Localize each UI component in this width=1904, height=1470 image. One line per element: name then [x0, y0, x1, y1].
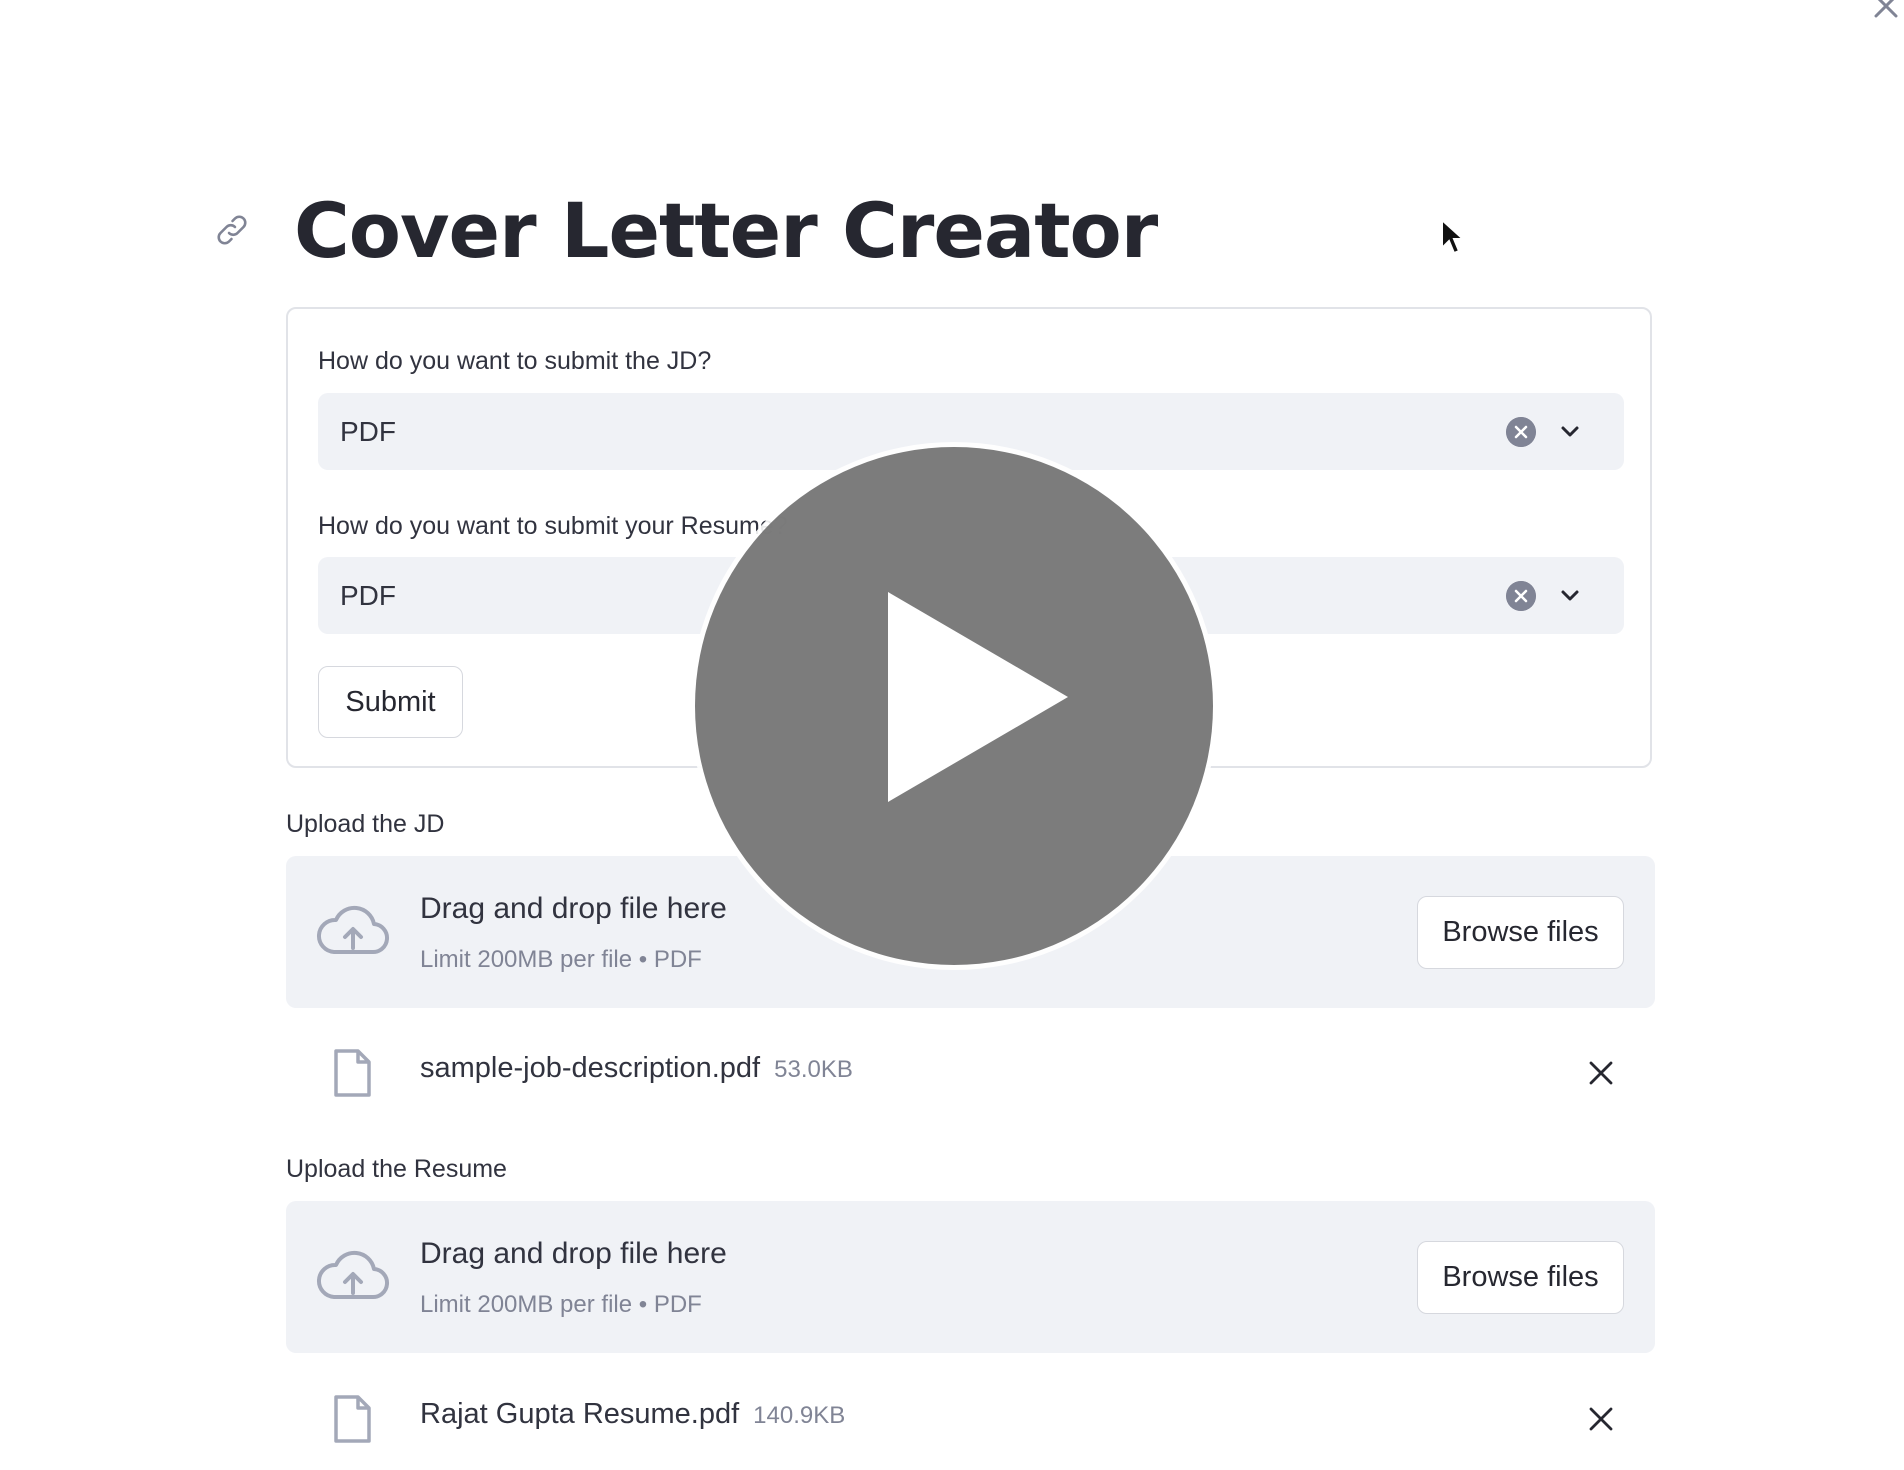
- chevron-down-icon[interactable]: [1555, 581, 1585, 611]
- drop-title: Drag and drop file here: [420, 1237, 727, 1270]
- upload-jd-label: Upload the JD: [286, 810, 445, 838]
- page-title: Cover Letter Creator: [294, 185, 1158, 275]
- upload-resume-label: Upload the Resume: [286, 1155, 507, 1183]
- cloud-upload-icon: [317, 1250, 390, 1300]
- file-icon: [334, 1049, 371, 1097]
- close-icon[interactable]: [1586, 1058, 1616, 1088]
- play-video-overlay[interactable]: [690, 437, 1218, 975]
- browse-files-button[interactable]: Browse files: [1417, 896, 1624, 969]
- file-icon: [334, 1395, 371, 1443]
- file-name-line: sample-job-description.pdf 53.0KB: [420, 1052, 853, 1085]
- clear-icon[interactable]: [1506, 581, 1536, 611]
- close-icon[interactable]: [1586, 1404, 1616, 1434]
- uploaded-file-row: Rajat Gupta Resume.pdf 140.9KB: [286, 1390, 1655, 1470]
- file-name: sample-job-description.pdf: [420, 1052, 761, 1084]
- file-size: 140.9KB: [753, 1402, 846, 1429]
- jd-method-value: PDF: [340, 416, 396, 447]
- mouse-cursor-icon: [1441, 218, 1466, 255]
- uploaded-file-row: sample-job-description.pdf 53.0KB: [286, 1044, 1655, 1124]
- page-header: Cover Letter Creator: [212, 175, 1158, 285]
- drop-title: Drag and drop file here: [420, 892, 727, 925]
- link-icon[interactable]: [212, 210, 252, 250]
- cloud-upload-icon: [317, 905, 390, 955]
- file-name: Rajat Gupta Resume.pdf: [420, 1398, 740, 1430]
- submit-button[interactable]: Submit: [318, 666, 463, 738]
- clear-icon[interactable]: [1506, 417, 1536, 447]
- drop-limit: Limit 200MB per file • PDF: [420, 946, 702, 973]
- jd-method-label: How do you want to submit the JD?: [318, 347, 712, 375]
- close-icon[interactable]: [1866, 0, 1904, 26]
- file-name-line: Rajat Gupta Resume.pdf 140.9KB: [420, 1398, 845, 1431]
- drop-limit: Limit 200MB per file • PDF: [420, 1291, 702, 1318]
- browse-files-button[interactable]: Browse files: [1417, 1241, 1624, 1314]
- resume-method-value: PDF: [340, 580, 396, 611]
- file-size: 53.0KB: [774, 1056, 853, 1083]
- chevron-down-icon[interactable]: [1555, 417, 1585, 447]
- resume-dropzone[interactable]: Drag and drop file here Limit 200MB per …: [286, 1201, 1655, 1353]
